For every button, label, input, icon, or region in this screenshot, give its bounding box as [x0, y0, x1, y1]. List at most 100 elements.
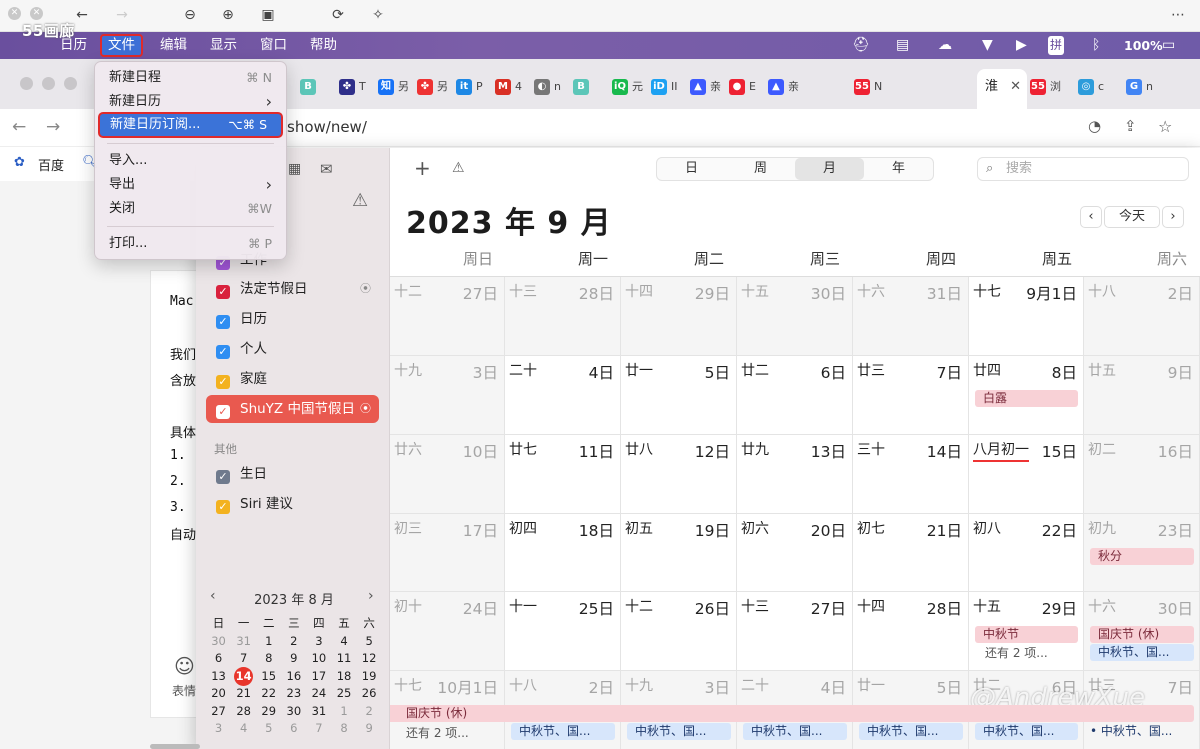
bluetooth-icon[interactable]: ᛒ	[1092, 36, 1100, 55]
browser-tab[interactable]: ◐ n	[534, 76, 561, 98]
mini-day[interactable]: 4	[231, 720, 256, 737]
cat-icon[interactable]: ▼	[982, 36, 993, 55]
browser-tab[interactable]: B	[300, 76, 320, 98]
prev-month-button[interactable]: ‹	[1080, 206, 1102, 228]
window-close-button[interactable]	[20, 77, 33, 90]
calendar-list-item[interactable]: ✓ 生日	[216, 463, 267, 485]
browser-forward-icon[interactable]: →	[46, 117, 60, 137]
more-events-link[interactable]: 还有 2 项...	[985, 644, 1048, 661]
day-cell[interactable]: 初七 21日	[853, 514, 969, 592]
battery-icon[interactable]: ▭	[1162, 36, 1175, 55]
day-cell[interactable]: 十二 27日	[390, 277, 505, 356]
browser-tab[interactable]: 知另	[378, 76, 409, 98]
calendar-list-item[interactable]: ✓ Siri 建议	[216, 493, 293, 515]
menu-help[interactable]: 帮助	[310, 36, 337, 55]
browser-tab[interactable]: it P	[456, 76, 483, 98]
checkbox-icon[interactable]: ✓	[216, 315, 230, 329]
menu-edit[interactable]: 编辑	[160, 36, 187, 55]
view-month[interactable]: 月	[795, 158, 864, 180]
minimize-icon[interactable]: ✕	[30, 7, 43, 20]
fit-icon[interactable]: ▣	[256, 4, 280, 26]
search-field[interactable]: ⌕ 搜索	[977, 157, 1189, 181]
day-cell[interactable]: 初五 19日	[621, 514, 737, 592]
more-events-link[interactable]: 还有 2 项...	[406, 724, 469, 741]
event-chip[interactable]: 白露	[975, 390, 1078, 407]
day-cell[interactable]: 十五 29日 中秋节 还有 2 项...	[969, 592, 1084, 671]
browser-back-icon[interactable]: ←	[12, 117, 26, 137]
day-cell[interactable]: 廿一 5日	[621, 356, 737, 435]
day-cell[interactable]: 十五 30日	[737, 277, 853, 356]
day-cell[interactable]: 廿二 6日	[737, 356, 853, 435]
file-menu-item[interactable]: 新建日历订阅... ⌥⌘ S	[98, 112, 283, 138]
today-button[interactable]: 今天	[1104, 206, 1160, 228]
view-year[interactable]: 年	[864, 158, 933, 180]
play-icon[interactable]: ▶	[1016, 36, 1027, 55]
day-cell[interactable]: 八月初一 15日	[969, 435, 1084, 514]
zoom-in-icon[interactable]: ⊕	[216, 4, 240, 26]
day-cell[interactable]: 十八 2日	[1084, 277, 1200, 356]
more-icon[interactable]: ⋯	[1166, 4, 1190, 26]
day-cell[interactable]: 初三 17日	[390, 514, 505, 592]
day-cell[interactable]: 初四 18日	[505, 514, 621, 592]
speed-icon[interactable]: ◔	[1088, 117, 1101, 135]
day-cell[interactable]: 廿七 11日	[505, 435, 621, 514]
calendar-list-item[interactable]: ✓ 家庭	[216, 368, 376, 390]
alert-icon[interactable]: ⚠	[452, 160, 465, 176]
warning-icon[interactable]: ⚠	[352, 190, 368, 211]
event-chip[interactable]: 中秋节、国...	[627, 723, 731, 740]
add-event-button[interactable]: +	[414, 156, 431, 180]
day-cell[interactable]: 十四 28日	[853, 592, 969, 671]
event-chip[interactable]: 国庆节 (休)	[1090, 626, 1194, 643]
checkbox-icon[interactable]: ✓	[216, 345, 230, 359]
day-cell[interactable]: 十七 10月1日 国庆节 (休) 还有 2 项...	[390, 671, 1188, 749]
day-cell[interactable]: 廿九 13日	[737, 435, 853, 514]
browser-tab[interactable]: 55 N	[854, 76, 882, 98]
browser-tab[interactable]: ● E	[729, 76, 756, 98]
inbox-icon[interactable]: ✉	[320, 160, 333, 178]
window-zoom-button[interactable]	[64, 77, 77, 90]
calendar-list-icon[interactable]: ▦	[288, 161, 301, 177]
mini-day[interactable]: 9	[357, 720, 382, 737]
forward-icon[interactable]: →	[110, 4, 134, 26]
day-cell[interactable]: 十六 31日	[853, 277, 969, 356]
mini-day[interactable]: 8	[331, 720, 356, 737]
file-menu-item[interactable]: 打印... ⌘ P	[95, 233, 286, 255]
browser-tab[interactable]: M4	[495, 76, 522, 98]
checkbox-icon[interactable]: ✓	[216, 375, 230, 389]
event-chip[interactable]: 中秋节、国...	[975, 723, 1078, 740]
day-cell[interactable]: 十六 30日 国庆节 (休) 中秋节、国...	[1084, 592, 1200, 671]
event-chip[interactable]: 国庆节 (休)	[390, 705, 1188, 722]
view-day[interactable]: 日	[657, 158, 726, 180]
file-menu-item[interactable]: 关闭 ⌘W	[95, 198, 286, 220]
calendar-list-item[interactable]: ✓ ShuYZ 中国节假日 ⦿	[216, 398, 376, 420]
next-month-button[interactable]: ›	[1162, 206, 1184, 228]
close-tab-icon[interactable]: ✕	[1010, 79, 1021, 94]
day-cell[interactable]: 廿三 7日	[853, 356, 969, 435]
browser-tab[interactable]: B	[573, 76, 593, 98]
window-minimize-button[interactable]	[42, 77, 55, 90]
day-cell[interactable]: 十四 29日	[621, 277, 737, 356]
checkbox-icon[interactable]: ✓	[216, 285, 230, 299]
emoji-icon[interactable]: ☺	[174, 654, 195, 678]
magic-icon[interactable]: ✧	[366, 4, 390, 26]
file-menu-item[interactable]: 新建日历 ›	[95, 91, 286, 113]
active-tab[interactable]: 淮 ✕	[977, 69, 1027, 109]
day-cell[interactable]: 初六 20日	[737, 514, 853, 592]
rotate-icon[interactable]: ⟳	[326, 4, 350, 26]
menu-view[interactable]: 显示	[210, 36, 237, 55]
day-cell[interactable]: 十九 3日	[390, 356, 505, 435]
browser-tab[interactable]: ▲ 亲	[768, 76, 799, 98]
zoom-out-icon[interactable]: ⊖	[178, 4, 202, 26]
checkbox-icon[interactable]: ✓	[216, 500, 230, 514]
day-cell[interactable]: 十三 27日	[737, 592, 853, 671]
browser-tab[interactable]: ◎ c	[1078, 76, 1104, 98]
event-chip[interactable]: 中秋节、国...	[1090, 644, 1194, 661]
mini-day[interactable]: 7	[306, 720, 331, 737]
mini-next-icon[interactable]: ›	[368, 588, 374, 604]
event-chip[interactable]: 中秋节	[975, 626, 1078, 643]
event-chip[interactable]: 中秋节、国...	[859, 723, 963, 740]
mini-day[interactable]: 5	[256, 720, 281, 737]
event-chip[interactable]: 秋分	[1090, 548, 1194, 565]
mini-day[interactable]: 3	[206, 720, 231, 737]
day-cell[interactable]: 初九 23日 秋分	[1084, 514, 1200, 592]
